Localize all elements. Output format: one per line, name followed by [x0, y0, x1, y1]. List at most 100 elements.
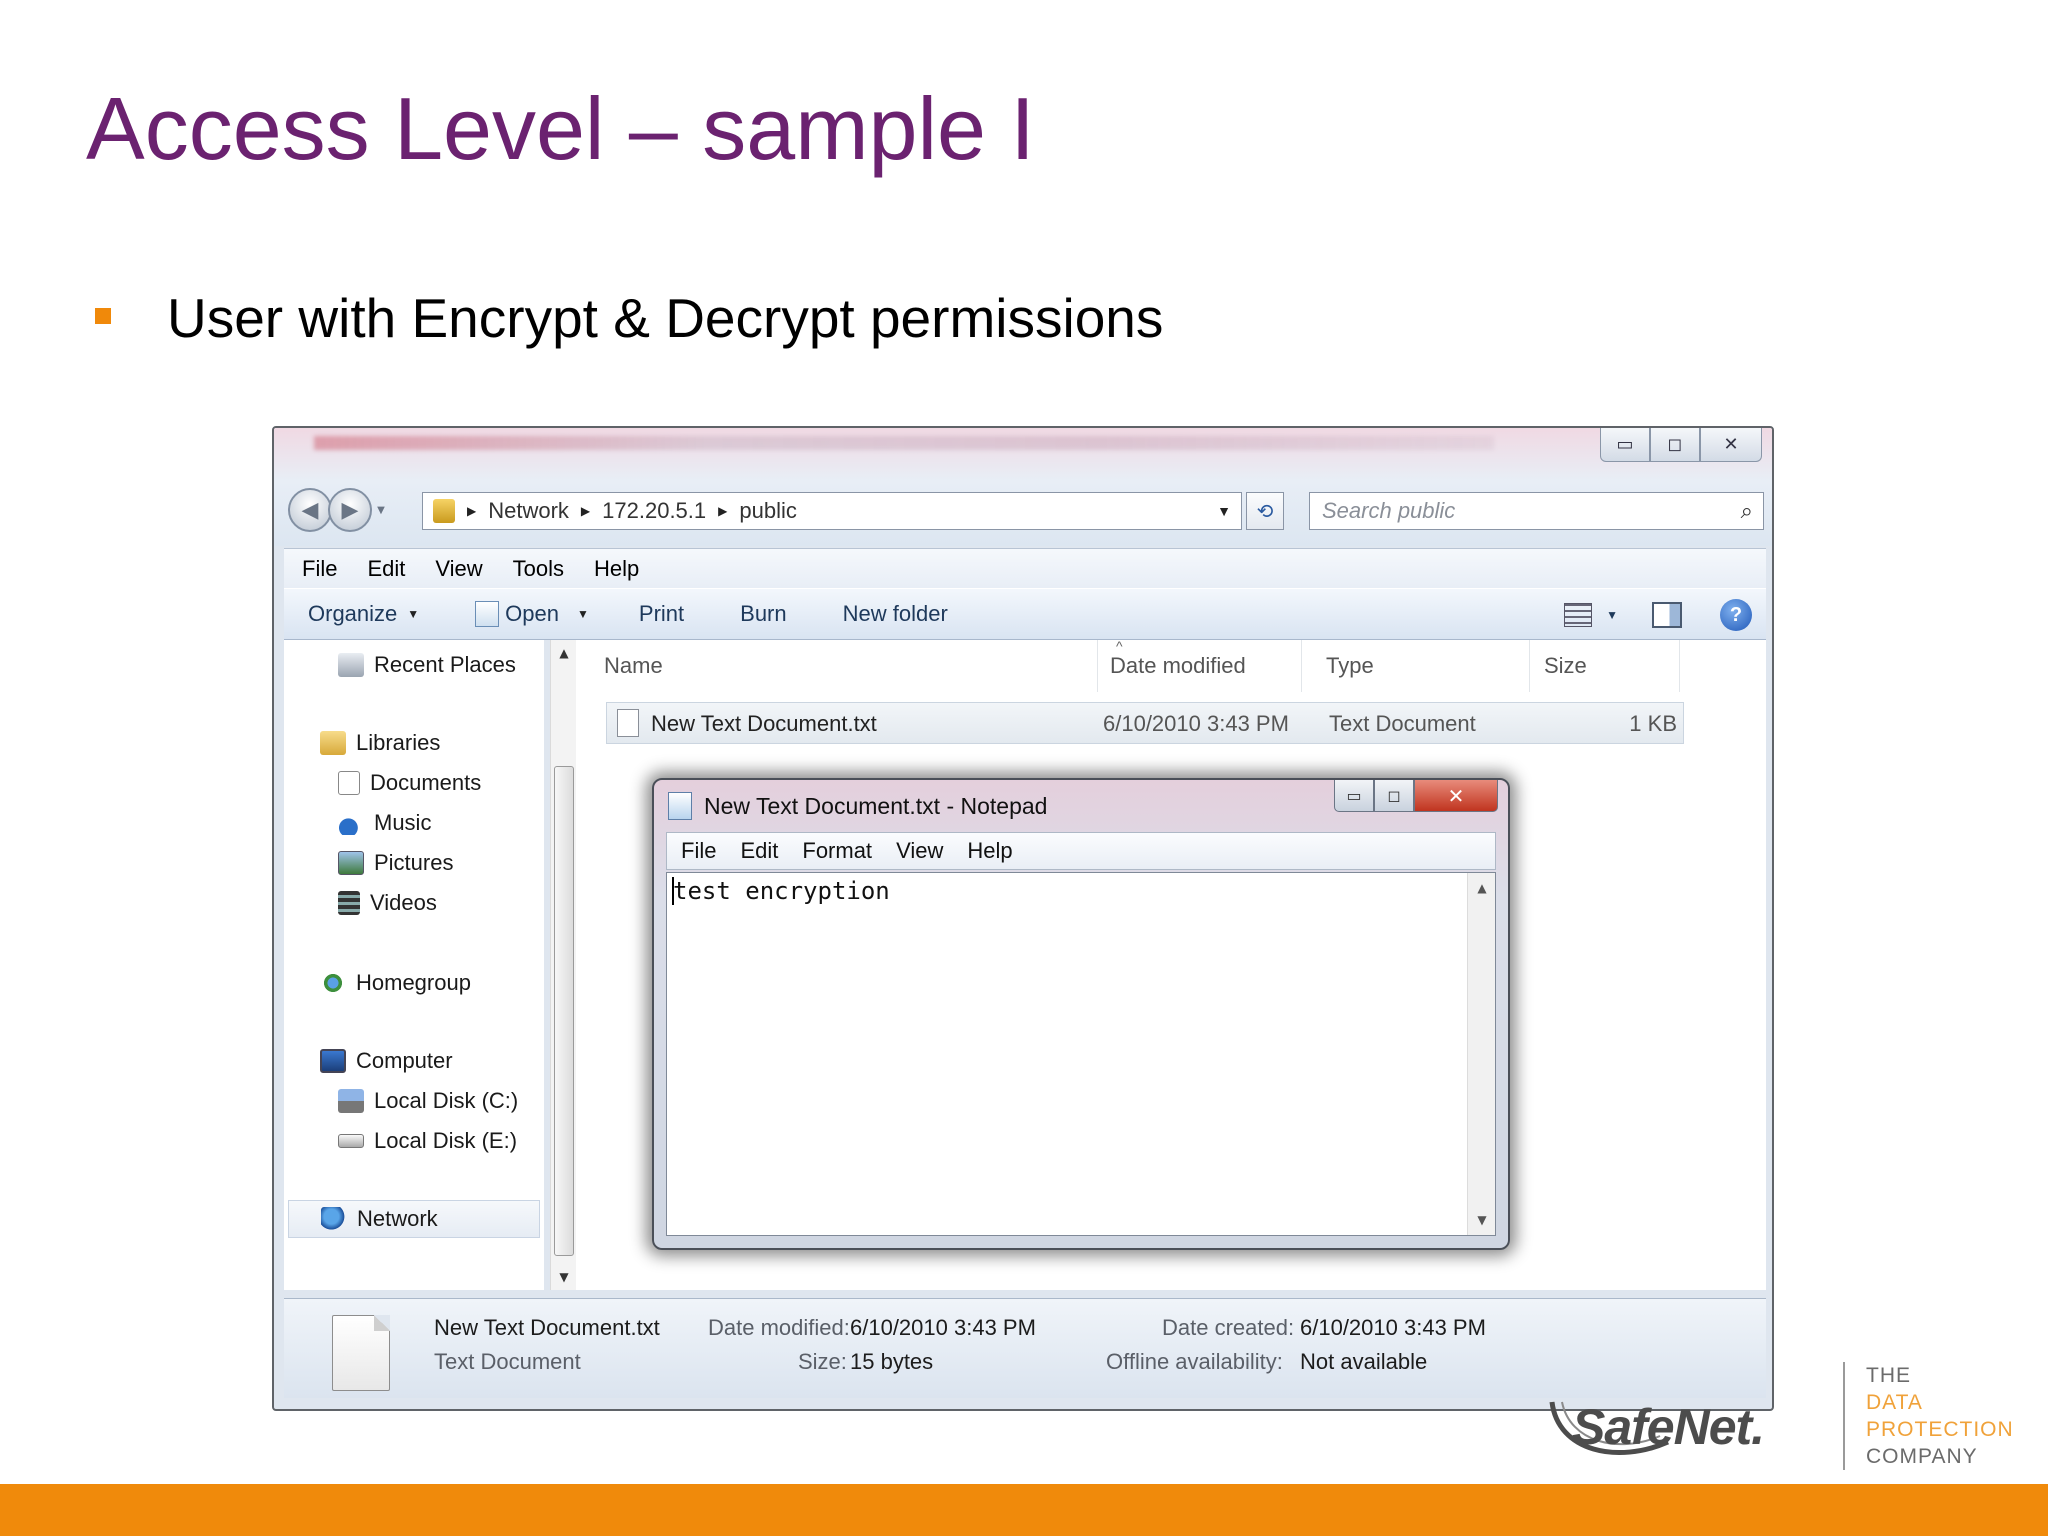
close-button[interactable]: ✕	[1700, 428, 1762, 462]
views-icon[interactable]	[1564, 603, 1593, 627]
burn-button[interactable]: Burn	[740, 601, 786, 627]
column-date-modified[interactable]: Date modified	[1096, 640, 1302, 692]
notepad-minimize-button[interactable]: ▭	[1334, 780, 1374, 812]
sidebar-item-pictures[interactable]: Pictures	[338, 850, 453, 876]
details-file-type: Text Document	[434, 1349, 581, 1374]
column-size[interactable]: Size	[1530, 640, 1680, 692]
sidebar-item-label: Libraries	[356, 730, 441, 755]
address-bar[interactable]: ▶ Network ▶ 172.20.5.1 ▶ public ▼	[422, 492, 1242, 530]
pictures-icon	[338, 851, 364, 875]
navigation-scrollbar[interactable]: ▲ ▼	[550, 640, 576, 1290]
search-input[interactable]: Search public ⌕	[1309, 492, 1764, 530]
open-button[interactable]: Open ▼	[475, 601, 589, 627]
menu-help[interactable]: Help	[594, 556, 639, 582]
notepad-menu-help[interactable]: Help	[967, 838, 1012, 864]
scroll-up-icon[interactable]: ▲	[551, 646, 577, 660]
refresh-icon: ⟲	[1256, 499, 1274, 523]
sidebar-item-label: Local Disk (C:)	[374, 1088, 519, 1113]
print-label: Print	[638, 601, 685, 626]
breadcrumb-public[interactable]: public	[739, 498, 796, 524]
file-type: Text Document	[1329, 711, 1476, 736]
scroll-down-icon[interactable]: ▼	[1468, 1213, 1496, 1227]
notepad-titlebar: New Text Document.txt - Notepad	[668, 792, 1047, 820]
search-placeholder: Search public	[1322, 498, 1456, 523]
nav-buttons: ◀ ▶ ▼	[288, 488, 388, 532]
safenet-logo: SafeNet.	[1572, 1399, 1765, 1455]
sidebar-item-label: Music	[374, 810, 432, 835]
sidebar-item-homegroup[interactable]: Homegroup	[320, 970, 471, 996]
notepad-menu-format[interactable]: Format	[802, 838, 872, 864]
chevron-down-icon[interactable]: ▼	[1606, 608, 1618, 622]
notepad-close-button[interactable]: ✕	[1414, 780, 1498, 812]
sidebar-item-network[interactable]: Network	[288, 1200, 540, 1238]
chevron-right-icon[interactable]: ▶	[581, 504, 590, 518]
recent-pages-dropdown[interactable]: ▼	[374, 488, 388, 532]
search-icon[interactable]: ⌕	[1741, 498, 1753, 524]
menu-view[interactable]: View	[435, 556, 482, 582]
sidebar-item-local-disk-e[interactable]: Local Disk (E:)	[338, 1128, 517, 1154]
menu-edit[interactable]: Edit	[367, 556, 405, 582]
notepad-menu-view[interactable]: View	[896, 838, 943, 864]
chevron-down-icon[interactable]: ▼	[1217, 503, 1231, 519]
bullet-marker	[95, 308, 111, 324]
menu-tools[interactable]: Tools	[513, 556, 564, 582]
bullet-text: User with Encrypt & Decrypt permissions	[167, 287, 1164, 349]
column-date-label: Date modified	[1110, 653, 1246, 678]
chevron-right-icon[interactable]: ▶	[467, 504, 476, 518]
notepad-scrollbar[interactable]: ▲ ▼	[1467, 873, 1495, 1235]
sidebar-item-libraries[interactable]: Libraries	[320, 730, 440, 756]
table-row[interactable]: New Text Document.txt 6/10/2010 3:43 PM …	[606, 702, 1684, 744]
preview-pane-icon[interactable]	[1652, 602, 1682, 628]
date-created-label: Date created:	[1162, 1315, 1295, 1340]
column-name[interactable]: Name	[604, 640, 1098, 692]
navigation-pane: Recent Places Libraries Documents Music …	[284, 640, 544, 1290]
scrollbar-thumb[interactable]	[554, 766, 574, 1256]
logo-divider	[1843, 1362, 1845, 1470]
menu-file[interactable]: File	[302, 556, 337, 582]
tagline-line: DATA	[1866, 1391, 1923, 1414]
open-label: Open	[505, 601, 559, 626]
new-folder-button[interactable]: New folder	[843, 601, 948, 627]
organize-button[interactable]: Organize ▼	[308, 601, 419, 627]
scroll-down-icon[interactable]: ▼	[551, 1270, 577, 1284]
column-type[interactable]: Type	[1312, 640, 1530, 692]
file-name: New Text Document.txt	[651, 711, 877, 736]
offline-availability-value: Not available	[1300, 1349, 1428, 1374]
breadcrumb-network[interactable]: Network	[488, 498, 569, 524]
sidebar-item-documents[interactable]: Documents	[338, 770, 481, 796]
chevron-right-icon[interactable]: ▶	[718, 504, 727, 518]
help-icon[interactable]: ?	[1720, 599, 1752, 631]
sidebar-item-local-disk-c[interactable]: Local Disk (C:)	[338, 1088, 518, 1114]
scroll-up-icon[interactable]: ▲	[1468, 881, 1496, 895]
sidebar-item-music[interactable]: Music	[338, 810, 431, 836]
notepad-menu-file[interactable]: File	[681, 838, 716, 864]
forward-button[interactable]: ▶	[328, 488, 372, 532]
notepad-menu-bar: File Edit Format View Help	[666, 832, 1496, 870]
tagline-line: THE	[1866, 1364, 1911, 1387]
drive-e-icon	[338, 1134, 364, 1148]
notepad-maximize-button[interactable]: ◻	[1374, 780, 1414, 812]
chevron-down-icon[interactable]: ▼	[577, 607, 589, 621]
notepad-icon	[475, 601, 500, 627]
notepad-menu-edit[interactable]: Edit	[740, 838, 778, 864]
offline-availability-label: Offline availability:	[1106, 1349, 1283, 1374]
sidebar-item-videos[interactable]: Videos	[338, 890, 437, 916]
minimize-button[interactable]: ▭	[1600, 428, 1650, 462]
maximize-button[interactable]: ◻	[1650, 428, 1700, 462]
sidebar-item-label: Local Disk (E:)	[374, 1128, 518, 1153]
notepad-text-area[interactable]: test encryption ▲ ▼	[666, 872, 1496, 1236]
breadcrumb-host[interactable]: 172.20.5.1	[602, 498, 706, 524]
back-button[interactable]: ◀	[288, 488, 332, 532]
sidebar-item-computer[interactable]: Computer	[320, 1048, 453, 1074]
print-button[interactable]: Print	[639, 601, 684, 627]
refresh-button[interactable]: ⟲	[1246, 492, 1284, 530]
footer-band	[0, 1484, 2048, 1536]
sidebar-item-recent-places[interactable]: Recent Places	[338, 652, 516, 678]
file-date-modified: 6/10/2010 3:43 PM	[1103, 711, 1289, 736]
text-file-icon	[617, 709, 639, 737]
notepad-icon	[668, 792, 692, 820]
slide-title: Access Level – sample I	[86, 79, 1035, 178]
libraries-icon	[320, 731, 346, 755]
notepad-window-controls: ▭ ◻ ✕	[1334, 780, 1498, 812]
notepad-title: New Text Document.txt - Notepad	[704, 792, 1048, 819]
